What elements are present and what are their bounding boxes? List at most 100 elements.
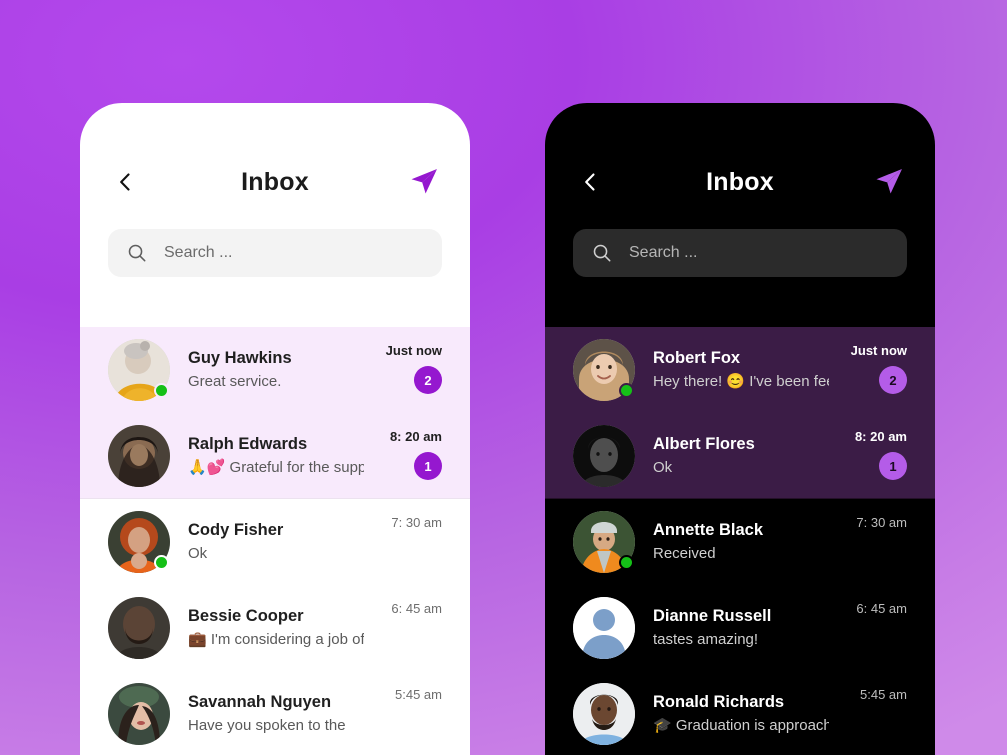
avatar-image-woman-green-hat <box>108 683 170 745</box>
avatar <box>108 425 170 487</box>
unread-badge: 1 <box>414 452 442 480</box>
light-topbar: Inbox <box>108 147 442 217</box>
contact-name: Guy Hawkins <box>188 348 292 367</box>
message-time: 7: 30 am <box>391 515 442 530</box>
message-preview: 🙏💕 Grateful for the support <box>188 458 364 476</box>
unread-badge: 1 <box>879 452 907 480</box>
dark-topbar: Inbox <box>573 147 907 217</box>
avatar <box>108 339 170 401</box>
light-header: Inbox <box>80 147 470 327</box>
back-button[interactable] <box>108 165 142 199</box>
message-meta: 8: 20 am 1 <box>829 413 907 499</box>
message-preview: Ok <box>653 458 673 476</box>
message-time: 5:45 am <box>860 687 907 702</box>
message-meta: 6: 45 am <box>364 585 442 671</box>
avatar-image-man-bw-portrait <box>573 425 635 487</box>
paper-plane-icon <box>411 169 437 194</box>
message-meta: Just now 2 <box>829 327 907 413</box>
message-time: 6: 45 am <box>856 601 907 616</box>
search-input[interactable] <box>629 244 889 262</box>
avatar <box>108 683 170 745</box>
contact-name: Dianne Russell <box>653 606 772 625</box>
message-time: Just now <box>385 343 442 358</box>
message-texts: Dianne Russell tastes amazing! <box>653 605 829 651</box>
unread-badge: 2 <box>879 366 907 394</box>
message-time: 8: 20 am <box>389 429 442 444</box>
contact-name: Annette Black <box>653 520 764 539</box>
search-bar[interactable] <box>108 229 442 277</box>
message-preview: tastes amazing! <box>653 630 759 648</box>
message-texts: Ronald Richards 🎓 Graduation is approach… <box>653 691 829 737</box>
chevron-left-icon <box>585 173 595 191</box>
dark-message-list: Robert Fox Hey there! 😊 I've been feelin… <box>545 327 935 755</box>
message-preview: Received <box>653 544 716 562</box>
message-texts: Savannah Nguyen Have you spoken to the <box>188 691 364 737</box>
message-row-guy-hawkins[interactable]: Guy Hawkins Great service. Just now 2 <box>80 327 470 413</box>
search-icon <box>128 244 146 262</box>
avatar-image-man-blue-shirt <box>573 683 635 745</box>
message-time: 8: 20 am <box>854 429 907 444</box>
contact-name: Savannah Nguyen <box>188 692 332 711</box>
light-message-list: Guy Hawkins Great service. Just now 2 Ra… <box>80 327 470 755</box>
paper-plane-icon <box>876 169 902 194</box>
search-bar[interactable] <box>573 229 907 277</box>
screen-background: Inbox Search ... Guy Hawkins Great servi… <box>0 0 1007 755</box>
phone-dark-theme: Inbox Search ... Robert Fox Hey there! 😊… <box>545 103 935 755</box>
message-texts: Annette Black Received <box>653 519 829 565</box>
message-row-dianne-russell[interactable]: Dianne Russell tastes amazing! 6: 45 am <box>545 585 935 671</box>
avatar <box>573 597 635 659</box>
message-meta: 5:45 am <box>829 671 907 755</box>
message-row-robert-fox[interactable]: Robert Fox Hey there! 😊 I've been feelin… <box>545 327 935 413</box>
unread-badge: 2 <box>414 366 442 394</box>
message-preview: Ok <box>188 544 208 562</box>
message-texts: Albert Flores Ok <box>653 433 829 479</box>
online-indicator <box>154 555 169 570</box>
dark-header: Inbox <box>545 147 935 327</box>
message-meta: 7: 30 am <box>829 499 907 585</box>
contact-name: Robert Fox <box>653 348 741 367</box>
contact-name: Ronald Richards <box>653 692 785 711</box>
avatar-image-man-bald-beard <box>108 597 170 659</box>
message-meta: 5:45 am <box>364 671 442 755</box>
message-time: 7: 30 am <box>856 515 907 530</box>
message-texts: Bessie Cooper 💼 I'm considering a job of… <box>188 605 364 651</box>
avatar <box>108 511 170 573</box>
avatar-image-default-person-placeholder <box>573 597 635 659</box>
message-row-savannah-nguyen[interactable]: Savannah Nguyen Have you spoken to the 5… <box>80 671 470 755</box>
message-row-bessie-cooper[interactable]: Bessie Cooper 💼 I'm considering a job of… <box>80 585 470 671</box>
message-row-annette-black[interactable]: Annette Black Received 7: 30 am <box>545 499 935 585</box>
message-meta: Just now 2 <box>364 327 442 413</box>
message-meta: 8: 20 am 1 <box>364 413 442 499</box>
chevron-left-icon <box>120 173 130 191</box>
message-texts: Robert Fox Hey there! 😊 I've been feelin… <box>653 347 829 393</box>
message-preview: 💼 I'm considering a job offer, <box>188 630 364 648</box>
message-texts: Ralph Edwards 🙏💕 Grateful for the suppor… <box>188 433 364 479</box>
online-indicator <box>154 383 169 398</box>
avatar <box>573 339 635 401</box>
search-icon <box>593 244 611 262</box>
avatar-image-woman-dark-hair <box>108 425 170 487</box>
compose-button[interactable] <box>871 164 907 200</box>
message-row-cody-fisher[interactable]: Cody Fisher Ok 7: 30 am <box>80 499 470 585</box>
message-time: 6: 45 am <box>391 601 442 616</box>
contact-name: Bessie Cooper <box>188 606 304 625</box>
message-meta: 7: 30 am <box>364 499 442 585</box>
contact-name: Cody Fisher <box>188 520 284 539</box>
compose-button[interactable] <box>406 164 442 200</box>
page-title: Inbox <box>241 167 309 196</box>
message-texts: Guy Hawkins Great service. <box>188 347 364 393</box>
back-button[interactable] <box>573 165 607 199</box>
online-indicator <box>619 555 634 570</box>
message-preview: Great service. <box>188 372 282 390</box>
message-row-ronald-richards[interactable]: Ronald Richards 🎓 Graduation is approach… <box>545 671 935 755</box>
message-texts: Cody Fisher Ok <box>188 519 364 565</box>
avatar <box>108 597 170 659</box>
message-row-albert-flores[interactable]: Albert Flores Ok 8: 20 am 1 <box>545 413 935 499</box>
avatar <box>573 683 635 745</box>
search-input[interactable] <box>164 244 424 262</box>
contact-name: Ralph Edwards <box>188 434 308 453</box>
avatar <box>573 425 635 487</box>
online-indicator <box>619 383 634 398</box>
message-preview: Have you spoken to the <box>188 716 346 734</box>
message-row-ralph-edwards[interactable]: Ralph Edwards 🙏💕 Grateful for the suppor… <box>80 413 470 499</box>
